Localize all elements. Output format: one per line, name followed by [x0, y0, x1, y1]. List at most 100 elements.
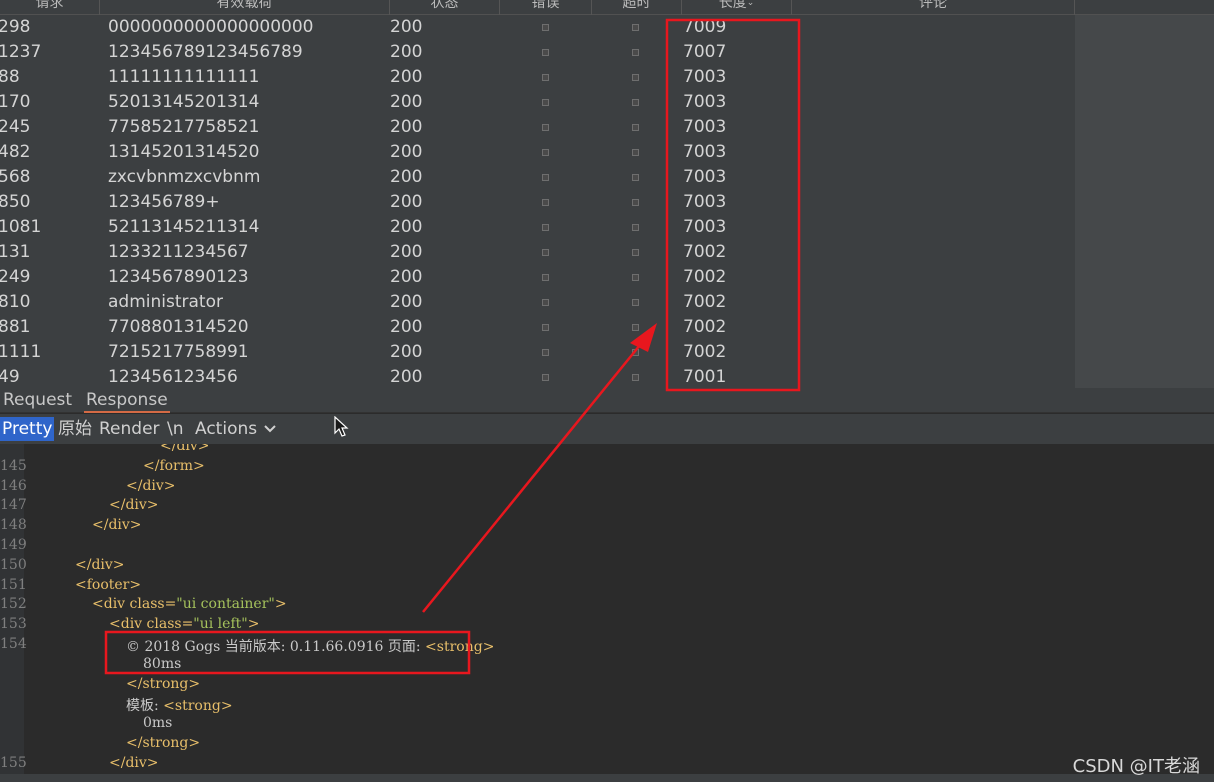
timeout-checkbox — [632, 349, 639, 356]
code-tag: </div> — [160, 444, 210, 454]
tab-response[interactable]: Response — [84, 388, 170, 413]
line-number: 149 — [0, 537, 27, 553]
timeout-checkbox — [632, 149, 639, 156]
cell-status: 200 — [390, 192, 423, 212]
code-line: <div class="ui container"> — [92, 596, 287, 612]
timeout-checkbox — [632, 49, 639, 56]
cell-request: 881 — [0, 317, 31, 337]
newline-toggle[interactable]: \n — [165, 417, 186, 441]
table-row[interactable]: 850 123456789+ 200 7003 — [0, 190, 1075, 215]
code-tag: </div> — [92, 517, 142, 534]
error-checkbox — [542, 74, 549, 81]
code-line: </strong> — [126, 735, 200, 751]
table-row[interactable]: 881 7708801314520 200 7002 — [0, 315, 1075, 340]
table-scrollbar[interactable] — [1075, 15, 1214, 388]
code-line: </div> — [160, 444, 210, 454]
bottom-status-strip — [0, 774, 1214, 782]
table-row[interactable]: 249 1234567890123 200 7002 — [0, 265, 1075, 290]
watermark: CSDN @IT老涵 — [1072, 756, 1200, 777]
table-row[interactable]: 482 13145201314520 200 7003 — [0, 140, 1075, 165]
column-header-request[interactable]: 请求 — [0, 0, 100, 15]
timeout-checkbox — [632, 99, 639, 106]
cell-length: 7003 — [683, 117, 727, 137]
code-line: </strong> — [126, 676, 200, 692]
raw-button[interactable]: 原始 — [56, 417, 94, 441]
error-checkbox — [542, 249, 549, 256]
cell-status: 200 — [390, 142, 423, 162]
cell-request: 1111 — [0, 342, 42, 362]
cell-status: 200 — [390, 117, 423, 137]
chevron-down-icon — [263, 417, 277, 441]
response-code-view[interactable]: </div> 145 </form> 146 </div> 147 </div> 148 </d… — [0, 444, 1214, 774]
code-tag: </div> — [75, 556, 125, 573]
line-number: 150 — [0, 556, 27, 573]
table-row[interactable]: 131 1233211234567 200 7002 — [0, 240, 1075, 265]
cell-payload: 7708801314520 — [108, 317, 249, 337]
table-row[interactable]: 1081 52113145211314 200 7003 — [0, 215, 1075, 240]
cell-request: 850 — [0, 192, 31, 212]
tab-request[interactable]: Request — [3, 388, 72, 413]
table-header: 请求 有效载荷 状态 错误 超时 长度⌄ 评论 — [0, 0, 1214, 15]
cell-payload: 11111111111111 — [108, 67, 260, 87]
timeout-checkbox — [632, 174, 639, 181]
code-attr-value: "ui container" — [176, 596, 275, 613]
column-header-status[interactable]: 状态 — [390, 0, 500, 15]
cell-length: 7003 — [683, 67, 727, 87]
column-header-error[interactable]: 错误 — [500, 0, 592, 15]
message-tabs: Request Response — [0, 388, 1214, 413]
cell-status: 200 — [390, 367, 423, 387]
results-table: 请求 有效载荷 状态 错误 超时 长度⌄ 评论 298 0000000000000… — [0, 0, 1214, 388]
cell-length: 7007 — [683, 42, 727, 62]
table-row[interactable]: 1111 7215217758991 200 7002 — [0, 340, 1075, 365]
error-checkbox — [542, 374, 549, 381]
code-tag: </div> — [126, 477, 176, 494]
timeout-checkbox — [632, 124, 639, 131]
error-checkbox — [542, 174, 549, 181]
table-row[interactable]: 245 77585217758521 200 7003 — [0, 115, 1075, 140]
cell-length: 7002 — [683, 242, 727, 262]
table-row[interactable]: 568 zxcvbnmzxcvbnm 200 7003 — [0, 165, 1075, 190]
code-tag: <footer> — [75, 576, 142, 593]
column-header-timeout[interactable]: 超时 — [592, 0, 682, 15]
code-tag-end: > — [274, 596, 287, 613]
table-row[interactable]: 88 11111111111111 200 7003 — [0, 65, 1075, 90]
table-row[interactable]: 1237 123456789123456789 200 7007 — [0, 40, 1075, 65]
code-line: </form> — [143, 458, 205, 474]
cell-payload: 52113145211314 — [108, 217, 260, 237]
error-checkbox — [542, 349, 549, 356]
error-checkbox — [542, 24, 549, 31]
code-tag: <strong> — [425, 639, 495, 655]
cell-request: 1081 — [0, 217, 42, 237]
cell-length: 7003 — [683, 92, 727, 112]
cell-length: 7003 — [683, 167, 727, 187]
column-header-payload[interactable]: 有效载荷 — [100, 0, 390, 15]
column-header-comment[interactable]: 评论 — [792, 0, 1075, 15]
code-line: </div> — [109, 497, 159, 513]
cell-request: 482 — [0, 142, 31, 162]
timeout-checkbox — [632, 249, 639, 256]
column-header-length-label: 长度 — [718, 0, 747, 11]
actions-label: Actions — [195, 419, 258, 439]
code-line: 模板: <strong> — [126, 695, 233, 715]
render-button[interactable]: Render — [97, 417, 162, 441]
line-number: 146 — [0, 477, 27, 494]
table-row[interactable]: 298 0000000000000000000 200 7009 — [0, 15, 1075, 40]
timeout-checkbox — [632, 324, 639, 331]
code-tag: </div> — [109, 497, 159, 514]
cell-payload: administrator — [108, 292, 223, 312]
table-row[interactable]: 170 52013145201314 200 7003 — [0, 90, 1075, 115]
cell-length: 7009 — [683, 17, 727, 37]
cell-payload: 7215217758991 — [108, 342, 249, 362]
column-header-length[interactable]: 长度⌄ — [682, 0, 792, 15]
timeout-checkbox — [632, 199, 639, 206]
pretty-button[interactable]: Pretty — [0, 417, 55, 441]
code-line: </div> — [109, 755, 159, 771]
table-row[interactable]: 810 administrator 200 7002 — [0, 290, 1075, 315]
error-checkbox — [542, 49, 549, 56]
actions-dropdown[interactable]: Actions — [193, 417, 279, 441]
table-row[interactable]: 49 123456123456 200 7001 — [0, 365, 1075, 388]
line-number: 153 — [0, 616, 27, 633]
code-text: © 2018 Gogs 当前版本: 0.11.66.0916 页面: — [126, 639, 426, 655]
cell-length: 7002 — [683, 342, 727, 362]
cell-request: 1237 — [0, 42, 42, 62]
